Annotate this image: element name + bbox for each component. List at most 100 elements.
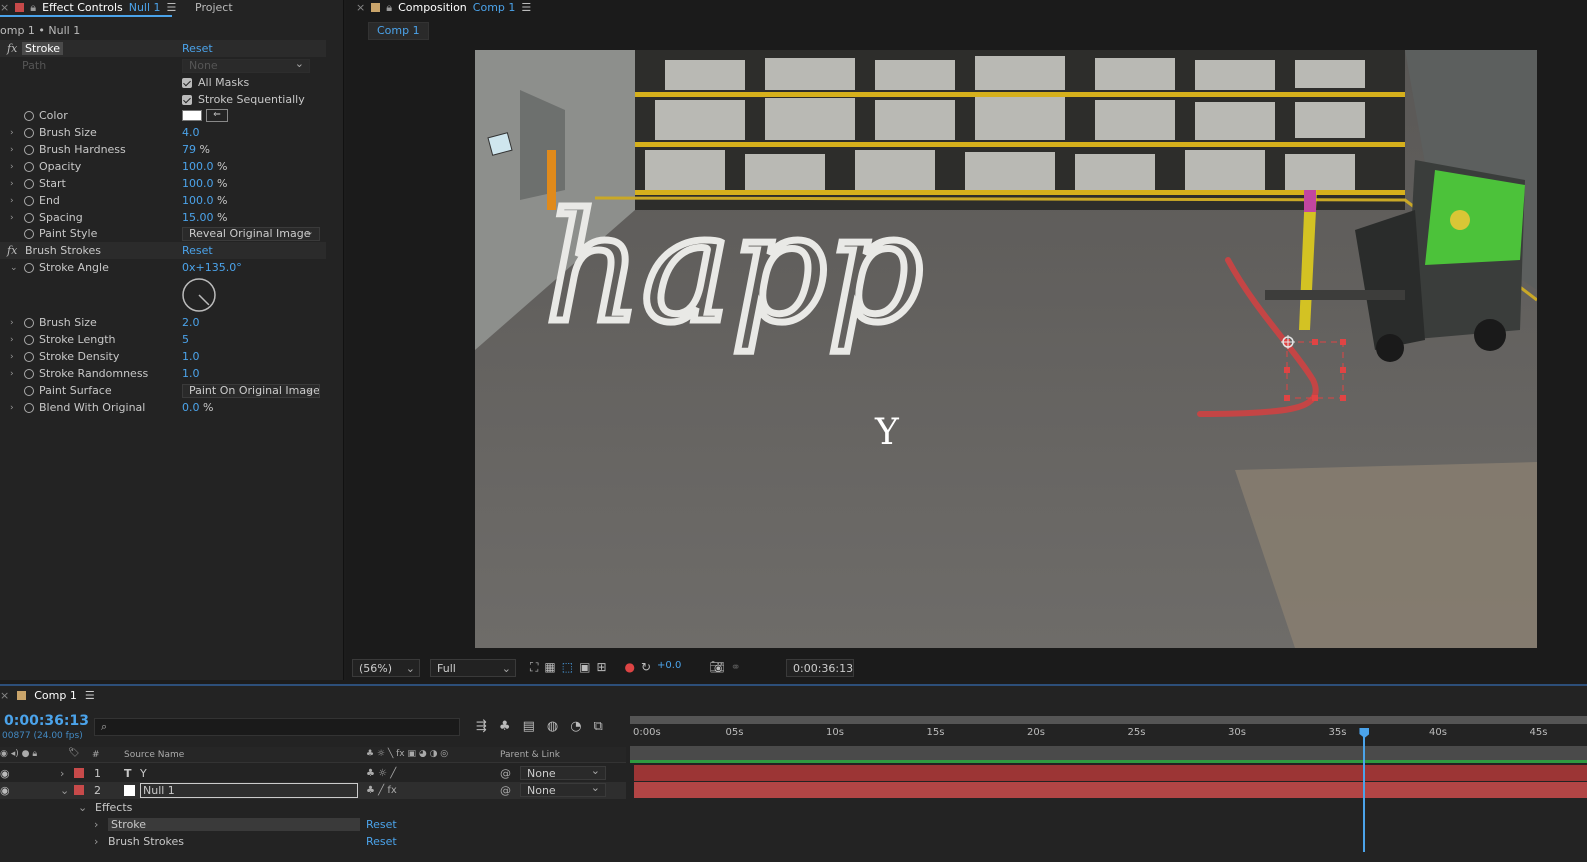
- eye-icon[interactable]: ◉: [0, 784, 10, 797]
- chevron-right-icon[interactable]: ›: [94, 818, 98, 831]
- stopwatch-icon[interactable]: [24, 110, 34, 121]
- chevron-right-icon[interactable]: ›: [10, 196, 14, 206]
- property-value[interactable]: 1.0: [182, 367, 200, 380]
- stopwatch-icon[interactable]: [24, 161, 34, 172]
- layer-switches-icons[interactable]: ♣ ☼ ╱: [366, 768, 396, 779]
- layer-search-input[interactable]: ⌕: [94, 718, 460, 736]
- stroke-sequentially-row[interactable]: Stroke Sequentially: [0, 91, 326, 108]
- layer-bar-y[interactable]: [634, 765, 1587, 781]
- comp-subtab[interactable]: Comp 1: [368, 22, 429, 40]
- effect-reset-link[interactable]: Reset: [366, 818, 397, 831]
- angle-dial[interactable]: [181, 277, 217, 313]
- effect-name[interactable]: Stroke: [108, 818, 360, 831]
- playhead[interactable]: [1359, 728, 1370, 852]
- chevron-right-icon[interactable]: ›: [10, 213, 14, 223]
- chevron-down-icon[interactable]: ⌄: [78, 801, 87, 814]
- source-name-header[interactable]: Source Name: [124, 750, 184, 760]
- pickwhip-icon[interactable]: @: [500, 767, 511, 780]
- comp-flowchart-icon[interactable]: ⇶: [476, 719, 487, 734]
- shy-layers-icon[interactable]: ▤: [523, 719, 535, 734]
- parent-dropdown[interactable]: None: [520, 764, 606, 780]
- color-swatch[interactable]: [182, 110, 202, 121]
- stroke-sequentially-checkbox[interactable]: [182, 94, 192, 105]
- layer-label-swatch[interactable]: [74, 768, 84, 778]
- composition-tab[interactable]: × 🔒︎ Composition Comp 1 ☰: [356, 0, 531, 15]
- stopwatch-icon[interactable]: [24, 368, 34, 379]
- stopwatch-icon[interactable]: [24, 402, 34, 413]
- grid-guides-icon[interactable]: ⊞: [596, 660, 606, 675]
- timeline-tab[interactable]: × Comp 1 ☰: [0, 689, 95, 702]
- draft-3d-icon[interactable]: ♣: [499, 719, 511, 734]
- lock-icon[interactable]: 🔒︎: [386, 1, 392, 15]
- composition-viewer[interactable]: happ Y: [475, 50, 1537, 648]
- pickwhip-icon[interactable]: @: [500, 784, 511, 797]
- stopwatch-icon[interactable]: [24, 127, 34, 138]
- resolution-dropdown[interactable]: Full ⌄: [430, 659, 516, 677]
- current-timecode[interactable]: 0:00:36:13: [4, 713, 89, 729]
- path-dropdown[interactable]: None: [182, 57, 310, 73]
- stopwatch-icon[interactable]: [24, 178, 34, 189]
- frame-blending-icon[interactable]: ◍: [547, 719, 558, 734]
- chevron-right-icon[interactable]: ›: [10, 179, 14, 189]
- chevron-right-icon[interactable]: ›: [60, 767, 64, 780]
- timecode-display[interactable]: 0:00:36:13: [786, 659, 854, 677]
- brush-strokes-effect-header[interactable]: fx Brush Strokes Reset: [0, 242, 326, 259]
- brush-strokes-reset-link[interactable]: Reset: [182, 244, 213, 257]
- graph-editor-icon[interactable]: ⧉: [594, 719, 603, 734]
- fast-previews-icon[interactable]: ⛶: [530, 660, 538, 675]
- effect-controls-tab[interactable]: × 🔒︎ Effect Controls Null 1 ☰: [0, 0, 176, 15]
- stopwatch-icon[interactable]: [24, 144, 34, 155]
- color-channels-icon[interactable]: ●: [625, 660, 635, 675]
- paint-surface-dropdown[interactable]: Paint On Original Image: [182, 383, 320, 398]
- stopwatch-icon[interactable]: [24, 212, 34, 223]
- panel-menu-icon[interactable]: ☰: [85, 689, 95, 702]
- layer-row[interactable]: ◉ › 1 T Y ♣ ☼ ╱ @ None: [0, 764, 626, 782]
- property-value[interactable]: 100.0: [182, 194, 214, 207]
- stopwatch-icon[interactable]: [24, 195, 34, 206]
- chevron-down-icon[interactable]: ⌄: [60, 784, 69, 797]
- lock-icon[interactable]: 🔒︎: [30, 1, 36, 15]
- snapshot-icon[interactable]: 📷︎: [709, 660, 724, 675]
- parent-link-header[interactable]: Parent & Link: [500, 750, 560, 760]
- parent-dropdown[interactable]: None: [520, 781, 606, 797]
- property-value[interactable]: 4.0: [182, 126, 200, 139]
- exposure-value[interactable]: +0.0: [657, 660, 681, 675]
- show-snapshot-icon[interactable]: ⚭: [731, 660, 741, 675]
- layer-name[interactable]: Null 1: [140, 783, 358, 798]
- stopwatch-icon[interactable]: [24, 262, 34, 273]
- chevron-right-icon[interactable]: ›: [10, 335, 14, 345]
- chevron-right-icon[interactable]: ›: [10, 403, 14, 413]
- mask-path-visibility-icon[interactable]: ⬚: [562, 660, 573, 675]
- property-value[interactable]: 100.0: [182, 177, 214, 190]
- panel-menu-icon[interactable]: ☰: [521, 1, 531, 14]
- all-masks-row[interactable]: All Masks: [0, 74, 326, 91]
- layer-bar-null1[interactable]: [634, 782, 1587, 798]
- chevron-right-icon[interactable]: ›: [10, 145, 14, 155]
- eyedropper-icon[interactable]: ⇐: [206, 109, 228, 122]
- property-value[interactable]: 100.0: [182, 160, 214, 173]
- reset-exposure-icon[interactable]: ↻: [641, 660, 651, 675]
- chevron-right-icon[interactable]: ›: [10, 162, 14, 172]
- layer-name[interactable]: Y: [140, 767, 147, 780]
- effects-group-row[interactable]: ⌄ Effects: [0, 799, 626, 816]
- property-value[interactable]: 5: [182, 333, 189, 346]
- stroke-effect-header[interactable]: fx Stroke Reset: [0, 40, 326, 57]
- chevron-right-icon[interactable]: ›: [10, 318, 14, 328]
- motion-blur-icon[interactable]: ◔: [570, 719, 581, 734]
- work-area-bar[interactable]: [630, 716, 1587, 724]
- layer-row[interactable]: ◉ ⌄ 2 Null 1 ♣ ╱ fx @ None: [0, 781, 626, 799]
- layer-label-swatch[interactable]: [74, 785, 84, 795]
- layer-switches-icons[interactable]: ♣ ╱ fx: [366, 785, 397, 796]
- region-of-interest-icon[interactable]: ▣: [579, 660, 590, 675]
- fx-icon[interactable]: fx: [7, 42, 17, 55]
- chevron-right-icon[interactable]: ›: [10, 369, 14, 379]
- chevron-right-icon[interactable]: ›: [10, 128, 14, 138]
- property-value[interactable]: 1.0: [182, 350, 200, 363]
- eye-icon[interactable]: ◉: [0, 767, 10, 780]
- effect-row[interactable]: › Stroke Reset: [0, 816, 626, 833]
- chevron-right-icon[interactable]: ›: [10, 352, 14, 362]
- property-value[interactable]: 2.0: [182, 316, 200, 329]
- transparency-grid-icon[interactable]: ▦: [544, 660, 555, 675]
- stopwatch-icon[interactable]: [24, 334, 34, 345]
- stroke-angle-value[interactable]: 0x+135.0°: [182, 261, 242, 274]
